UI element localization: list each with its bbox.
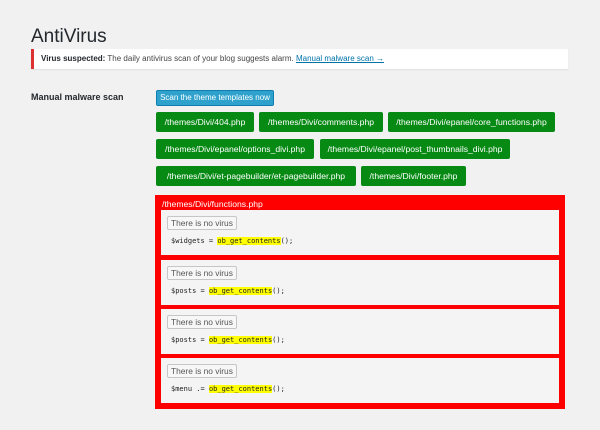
- page-title: AntiVirus: [31, 26, 107, 47]
- code-snippet: $menu .= ob_get_contents();: [171, 384, 285, 394]
- infected-file-title: /themes/Divi/functions.php: [162, 199, 263, 209]
- no-virus-button[interactable]: There is no virus: [167, 364, 237, 378]
- file-button-404[interactable]: /themes/Divi/404.php: [156, 112, 254, 132]
- scan-templates-button[interactable]: Scan the theme templates now: [156, 90, 274, 106]
- notice-text: The daily antivirus scan of your blog su…: [107, 54, 294, 63]
- no-virus-button[interactable]: There is no virus: [167, 315, 237, 329]
- code-snippet: $posts = ob_get_contents();: [171, 286, 285, 296]
- file-button-options-divi[interactable]: /themes/Divi/epanel/options_divi.php: [156, 139, 314, 159]
- manual-scan-link[interactable]: Manual malware scan →: [296, 54, 384, 63]
- code-text: $menu .=: [171, 385, 209, 393]
- scan-result: There is no virus $widgets = ob_get_cont…: [161, 210, 559, 255]
- notice-strong: Virus suspected:: [41, 54, 106, 63]
- file-button-core-functions[interactable]: /themes/Divi/epanel/core_functions.php: [388, 112, 555, 132]
- file-button-comments[interactable]: /themes/Divi/comments.php: [259, 112, 383, 132]
- infected-file-panel: /themes/Divi/functions.php There is no v…: [155, 195, 565, 409]
- code-snippet: $posts = ob_get_contents();: [171, 335, 285, 345]
- code-text: $widgets =: [171, 237, 218, 245]
- file-button-et-pagebuilder[interactable]: /themes/Divi/et-pagebuilder/et-pagebuild…: [156, 166, 356, 186]
- code-text: $posts =: [171, 287, 209, 295]
- code-text: ();: [280, 237, 294, 245]
- code-text: ();: [272, 287, 285, 295]
- code-highlight: ob_get_contents: [208, 287, 273, 295]
- manual-scan-label: Manual malware scan: [31, 92, 124, 102]
- scan-result: There is no virus $menu .= ob_get_conten…: [161, 358, 559, 403]
- code-text: ();: [272, 385, 285, 393]
- code-text: $posts =: [171, 336, 209, 344]
- virus-notice: Virus suspected: The daily antivirus sca…: [31, 49, 568, 69]
- scan-result: There is no virus $posts = ob_get_conten…: [161, 309, 559, 354]
- no-virus-button[interactable]: There is no virus: [167, 266, 237, 280]
- code-highlight: ob_get_contents: [217, 237, 281, 245]
- file-button-footer[interactable]: /themes/Divi/footer.php: [361, 166, 466, 186]
- file-button-post-thumbnails[interactable]: /themes/Divi/epanel/post_thumbnails_divi…: [320, 139, 510, 159]
- code-highlight: ob_get_contents: [208, 336, 273, 344]
- code-highlight: ob_get_contents: [208, 385, 273, 393]
- code-snippet: $widgets = ob_get_contents();: [171, 236, 293, 246]
- scan-result: There is no virus $posts = ob_get_conten…: [161, 260, 559, 305]
- no-virus-button[interactable]: There is no virus: [167, 216, 237, 230]
- code-text: ();: [272, 336, 285, 344]
